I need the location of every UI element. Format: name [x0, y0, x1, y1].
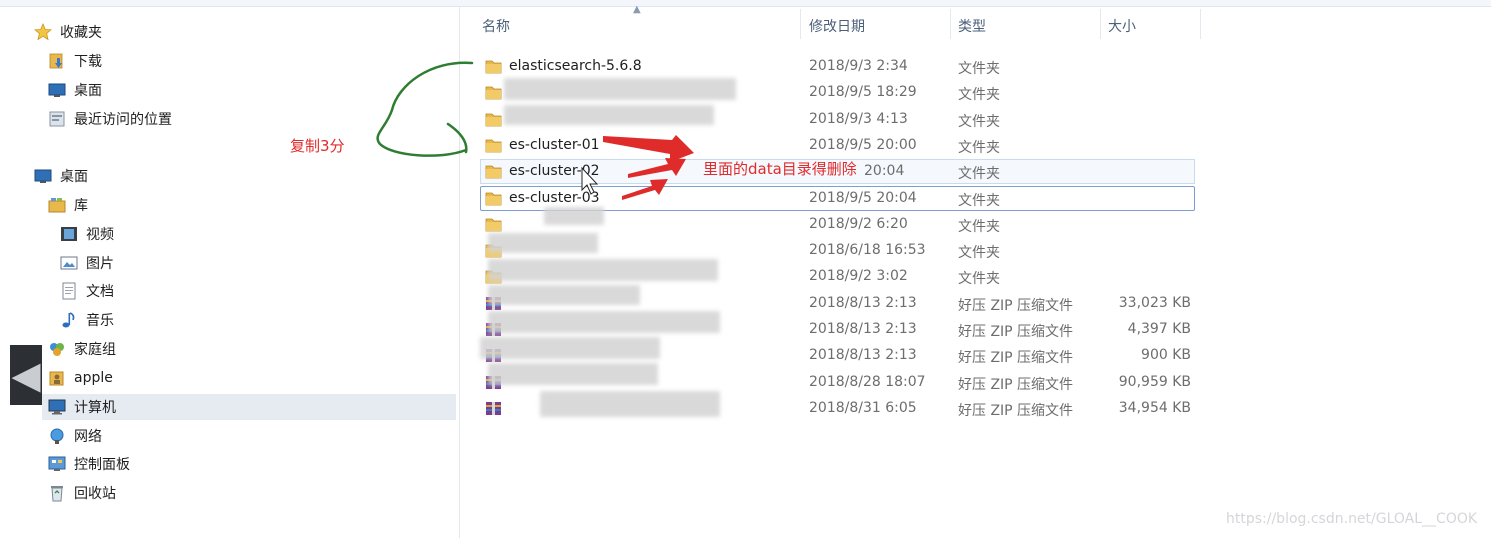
red-arrow-2 [628, 158, 686, 178]
annotation-overlay [376, 61, 694, 200]
annotation-delete-note: 里面的data目录得删除 [703, 160, 857, 178]
watermark: https://blog.csdn.net/GLOAL__COOK [1226, 511, 1478, 527]
mouse-cursor-icon [581, 166, 599, 195]
red-arrow-1 [603, 135, 694, 162]
red-arrow-3 [622, 179, 668, 200]
green-copy-arrow [376, 61, 474, 157]
green-arrow-head [446, 122, 468, 154]
annotation-copy-note: 复制3分 [290, 137, 345, 155]
